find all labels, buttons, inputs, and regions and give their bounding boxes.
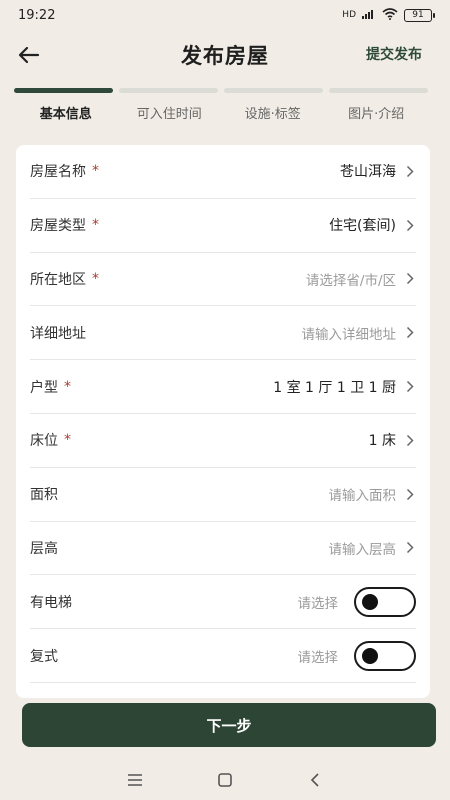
step-tabs: 基本信息 可入住时间 设施·标签 图片·介绍 [14, 88, 428, 132]
home-square-icon[interactable] [213, 768, 237, 792]
network-type: HD [342, 10, 356, 20]
required-mark: * [92, 217, 99, 234]
duplex-row: 复式 请选择 [30, 629, 416, 683]
header: 发布房屋 提交发布 [0, 30, 450, 80]
region-label: 所在地区 [30, 271, 86, 288]
duplex-placeholder: 请选择 [297, 649, 339, 666]
beds-row[interactable]: 床位 * 1 床 [30, 414, 416, 468]
battery-level: 91 [412, 10, 424, 20]
chevron-right-icon [406, 487, 416, 501]
chevron-right-icon [406, 326, 416, 340]
beds-label: 床位 [30, 433, 58, 450]
house-type-value: 住宅(套间) [329, 218, 396, 235]
beds-value: 1 床 [368, 433, 396, 450]
chevron-right-icon [406, 380, 416, 394]
chevron-right-icon [406, 164, 416, 178]
page-title: 发布房屋 [181, 44, 269, 68]
elevator-row: 有电梯 请选择 [30, 575, 416, 630]
layout-row[interactable]: 户型 * 1 室 1 厅 1 卫 1 厨 [30, 360, 416, 414]
address-row[interactable]: 详细地址 请输入详细地址 [30, 306, 416, 361]
step-progress [14, 88, 428, 93]
status-icons: HD 91 [342, 7, 435, 23]
address-placeholder: 请输入详细地址 [301, 326, 397, 343]
back-arrow-icon [18, 46, 40, 64]
house-type-row[interactable]: 房屋类型 * 住宅(套间) [30, 199, 416, 253]
back-button[interactable] [14, 40, 44, 70]
required-mark: * [92, 270, 99, 287]
house-name-label: 房屋名称 [30, 164, 86, 181]
required-mark: * [64, 378, 71, 395]
layout-value: 1 室 1 厅 1 卫 1 厨 [273, 379, 396, 396]
layout-label: 户型 [30, 379, 58, 396]
duplex-label: 复式 [30, 648, 58, 665]
floor-height-label: 层高 [30, 540, 58, 557]
back-nav-icon[interactable] [303, 768, 327, 792]
tab-photos-intro[interactable]: 图片·介绍 [325, 103, 429, 122]
battery-icon: 91 [404, 8, 435, 22]
house-type-label: 房屋类型 [30, 218, 86, 235]
chevron-right-icon [406, 272, 416, 286]
tab-basic-info[interactable]: 基本信息 [14, 103, 118, 122]
form-card: 房屋名称 * 苍山洱海 房屋类型 * 住宅(套间) 所在地区 * 请选择省/市/区 详… [16, 145, 430, 698]
menu-icon[interactable] [123, 768, 147, 792]
region-placeholder: 请选择省/市/区 [305, 272, 396, 289]
step-bar-2 [119, 88, 218, 93]
tab-available-time[interactable]: 可入住时间 [118, 103, 222, 122]
area-placeholder: 请输入面积 [328, 488, 397, 505]
elevator-label: 有电梯 [30, 594, 72, 611]
area-label: 面积 [30, 487, 58, 504]
duplex-toggle[interactable] [354, 640, 416, 671]
step-bar-4 [329, 88, 428, 93]
floor-height-row[interactable]: 层高 请输入层高 [30, 522, 416, 576]
screen: 19:22 HD 91 发布房屋 提交发布 基本信息 可入住时间 设施·标签 图… [0, 0, 450, 800]
floor-height-placeholder: 请输入层高 [328, 541, 397, 558]
required-mark: * [92, 163, 99, 180]
next-step-button[interactable]: 下一步 [22, 703, 436, 747]
chevron-right-icon [406, 433, 416, 447]
status-time: 19:22 [18, 7, 56, 23]
submit-button[interactable]: 提交发布 [366, 44, 422, 64]
toggle-knob [362, 593, 378, 610]
chevron-right-icon [406, 541, 416, 555]
step-bar-1 [14, 88, 113, 93]
tab-facilities-tags[interactable]: 设施·标签 [221, 103, 325, 122]
elevator-placeholder: 请选择 [297, 595, 339, 612]
chevron-right-icon [406, 218, 416, 232]
status-bar: 19:22 HD 91 [0, 0, 450, 30]
elevator-toggle[interactable] [354, 586, 416, 617]
step-bar-3 [224, 88, 323, 93]
wifi-icon [382, 7, 398, 23]
address-label: 详细地址 [30, 325, 86, 342]
signal-icon [362, 8, 376, 22]
house-name-value: 苍山洱海 [340, 164, 396, 181]
toggle-knob [362, 647, 378, 664]
required-mark: * [64, 432, 71, 449]
area-row[interactable]: 面积 请输入面积 [30, 468, 416, 522]
region-row[interactable]: 所在地区 * 请选择省/市/区 [30, 253, 416, 307]
system-nav-bar [0, 760, 450, 800]
house-name-row[interactable]: 房屋名称 * 苍山洱海 [30, 145, 416, 199]
